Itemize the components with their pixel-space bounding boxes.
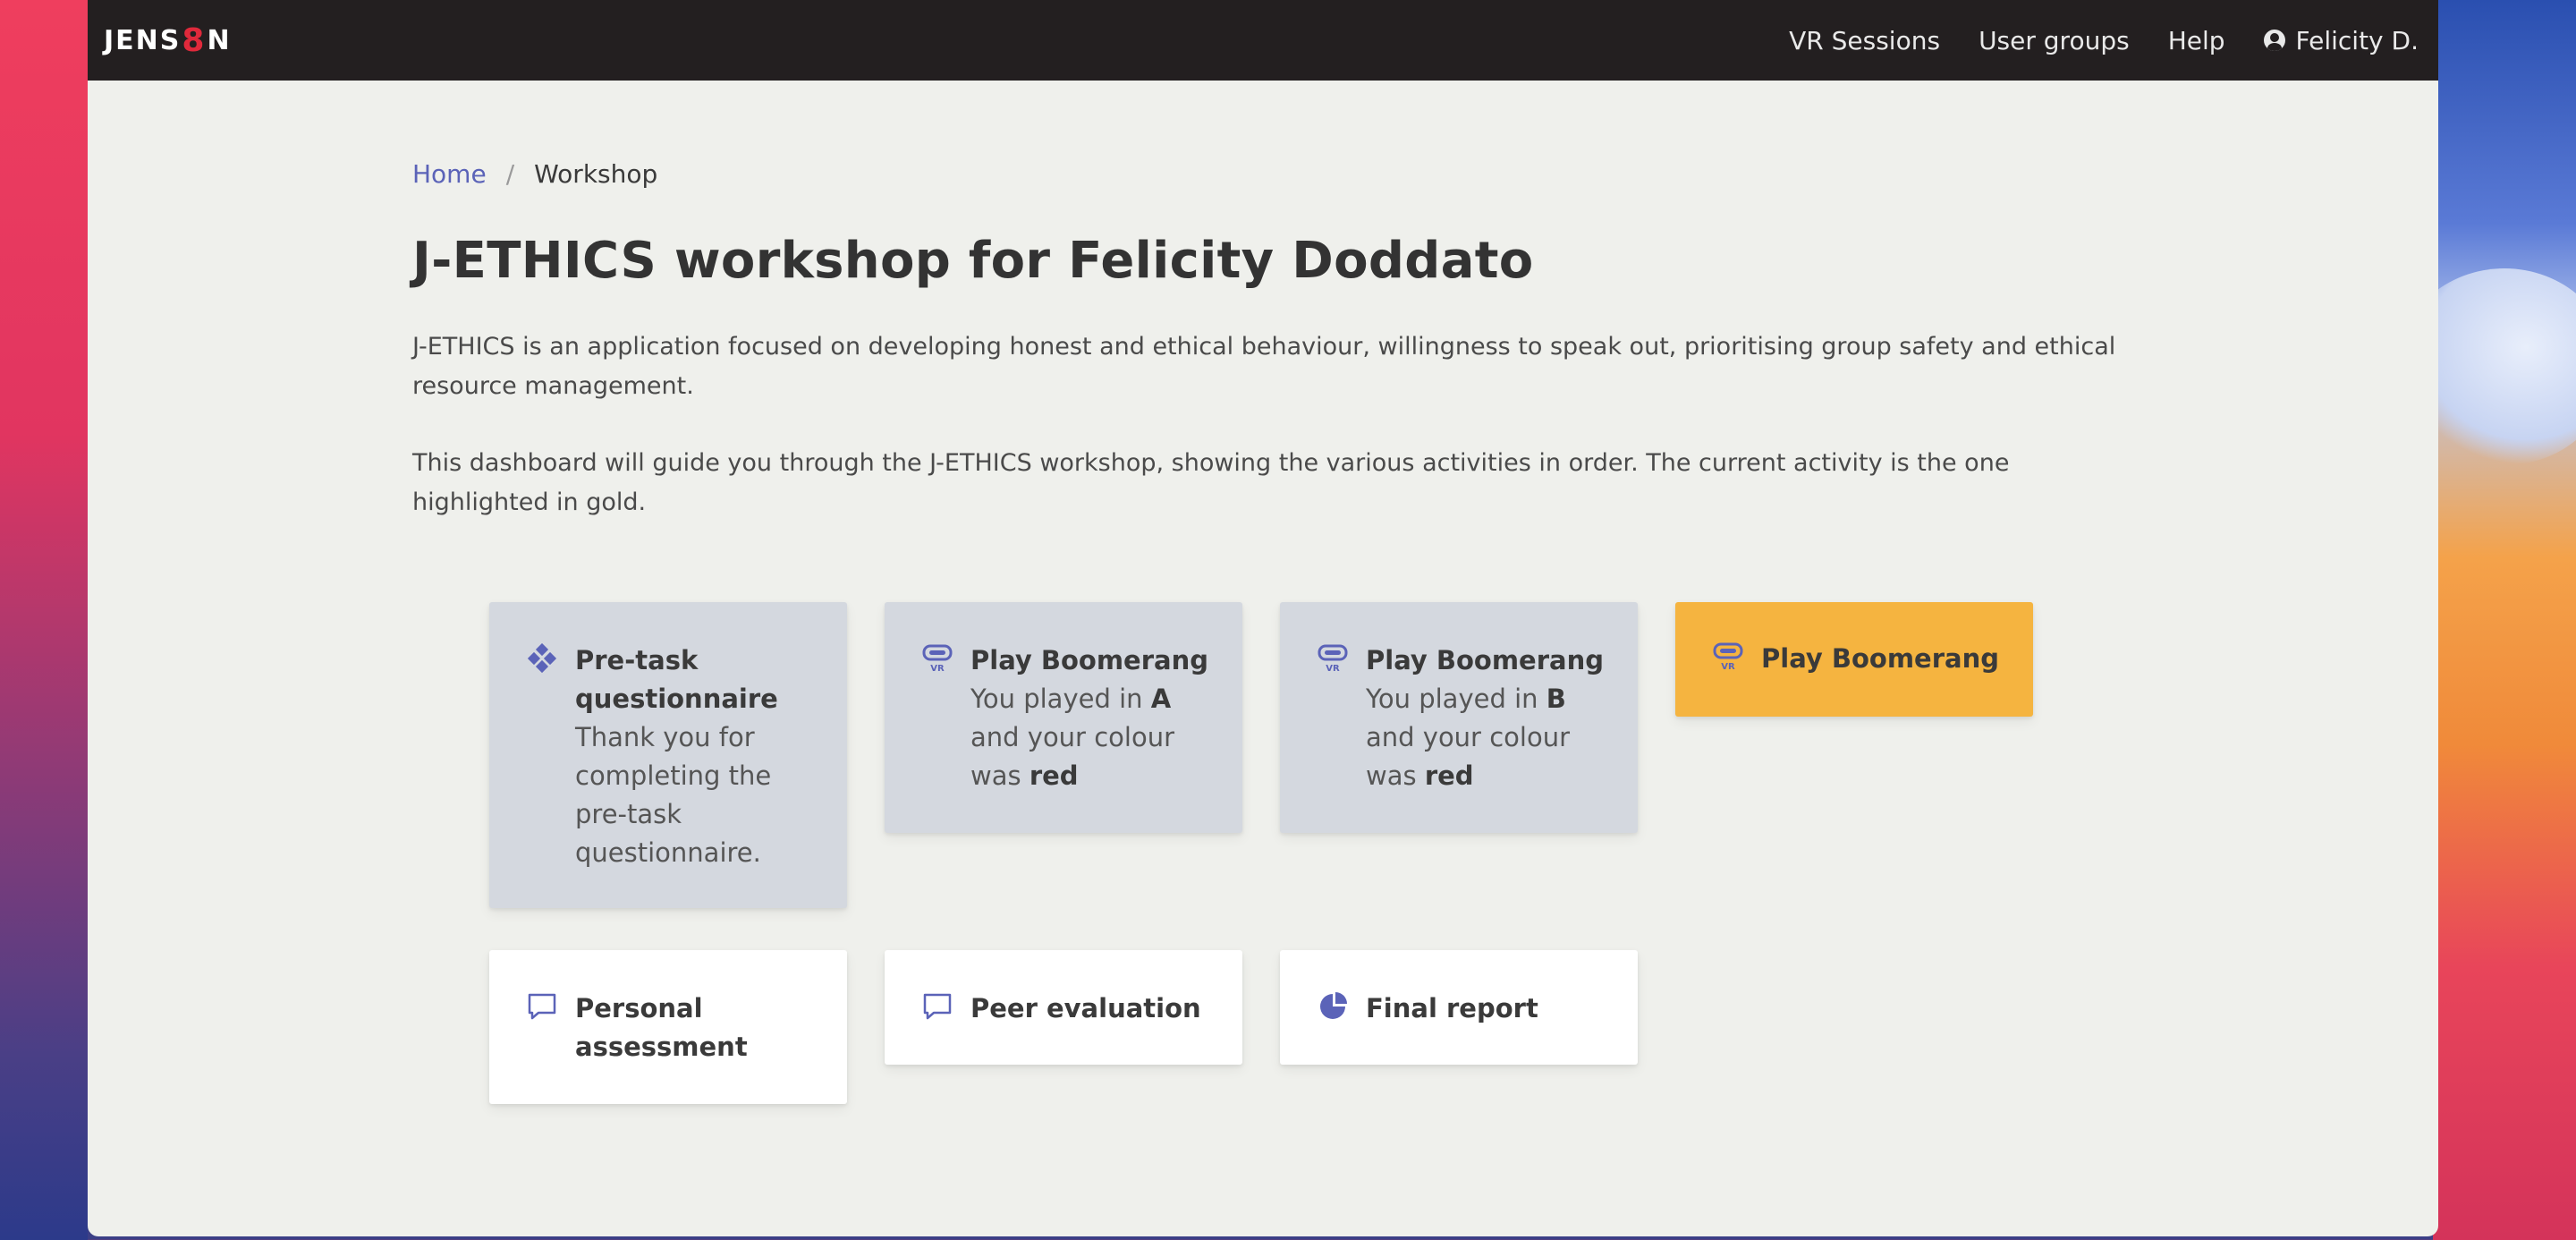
brand-logo[interactable]: JENS 8 N bbox=[104, 22, 232, 59]
desktop-wallpaper-left bbox=[0, 0, 88, 1240]
speech-bubble-icon bbox=[923, 993, 952, 1020]
group-label: B bbox=[1546, 684, 1566, 714]
svg-text:VR: VR bbox=[930, 664, 945, 674]
svg-text:VR: VR bbox=[1721, 662, 1735, 672]
intro-paragraph: J-ETHICS is an application focused on de… bbox=[412, 333, 2116, 400]
activity-card-text: Play Boomerang You played in B and your … bbox=[1366, 641, 1611, 795]
activity-card-text: Play Boomerang You played in A and your … bbox=[970, 641, 1216, 795]
colour-label: red bbox=[1029, 760, 1079, 791]
activity-title: Play Boomerang bbox=[970, 645, 1208, 675]
breadcrumb-home[interactable]: Home bbox=[412, 159, 487, 189]
desc-text: You played in bbox=[1366, 684, 1546, 714]
activity-description: Thank you for completing the pre-task qu… bbox=[575, 722, 772, 868]
nav-links: VR Sessions User groups Help Felicity D. bbox=[1750, 26, 2419, 55]
activity-card-pretask[interactable]: Pre-task questionnaire Thank you for com… bbox=[489, 602, 847, 908]
vr-headset-icon: VR bbox=[1713, 642, 1743, 672]
brand-mark: 8 bbox=[182, 21, 207, 59]
vr-headset-icon: VR bbox=[922, 644, 953, 674]
activity-card-text: Play Boomerang bbox=[1761, 640, 1999, 678]
activity-description: You played in A and your colour was red bbox=[970, 684, 1174, 791]
speech-bubble-icon bbox=[528, 993, 556, 1020]
page-title: J-ETHICS workshop for Felicity Doddato bbox=[412, 232, 1534, 290]
colour-label: red bbox=[1424, 760, 1474, 791]
activity-title: Play Boomerang bbox=[1366, 645, 1604, 675]
top-navbar: JENS 8 N VR Sessions User groups Help Feli… bbox=[88, 0, 2438, 81]
activity-title: Play Boomerang bbox=[1761, 643, 1999, 674]
activity-card-personal-assessment[interactable]: Personal assessment bbox=[489, 950, 847, 1104]
user-name: Felicity D. bbox=[2295, 25, 2419, 55]
user-circle-icon bbox=[2263, 30, 2285, 51]
activity-title: Pre-task questionnaire bbox=[575, 645, 778, 714]
activity-card-text: Pre-task questionnaire Thank you for com… bbox=[575, 641, 820, 872]
svg-text:VR: VR bbox=[1326, 664, 1340, 674]
breadcrumb-current: Workshop bbox=[534, 159, 658, 189]
activity-title: Peer evaluation bbox=[970, 993, 1201, 1023]
activity-card-text: Peer evaluation bbox=[970, 989, 1201, 1028]
activity-title: Personal assessment bbox=[575, 993, 748, 1062]
activity-card-text: Final report bbox=[1366, 989, 1538, 1028]
desktop-wallpaper-right bbox=[2397, 0, 2576, 1240]
activity-title: Final report bbox=[1366, 993, 1538, 1023]
main-content: Home / Workshop J-ETHICS workshop for Fe… bbox=[412, 81, 2192, 522]
nav-vr-sessions[interactable]: VR Sessions bbox=[1789, 26, 1940, 55]
pie-chart-icon bbox=[1320, 992, 1347, 1019]
group-label: A bbox=[1150, 684, 1172, 714]
vr-headset-icon: VR bbox=[1318, 644, 1348, 674]
brand-text-suffix: N bbox=[207, 24, 232, 56]
activity-card-boomerang-current[interactable]: VR Play Boomerang bbox=[1675, 602, 2033, 717]
diamond-grid-icon bbox=[527, 643, 557, 674]
activity-card-boomerang-b[interactable]: VR Play Boomerang You played in B and yo… bbox=[1280, 602, 1638, 833]
nav-user-menu[interactable]: Felicity D. bbox=[2263, 25, 2419, 55]
activity-card-boomerang-a[interactable]: VR Play Boomerang You played in A and yo… bbox=[885, 602, 1242, 833]
instructions-paragraph: This dashboard will guide you through th… bbox=[412, 449, 2010, 516]
nav-help[interactable]: Help bbox=[2168, 26, 2225, 55]
browser-window: JENS 8 N VR Sessions User groups Help Feli… bbox=[88, 0, 2438, 1236]
breadcrumb: Home / Workshop bbox=[412, 159, 2192, 189]
nav-user-groups[interactable]: User groups bbox=[1979, 26, 2130, 55]
activity-card-final-report[interactable]: Final report bbox=[1280, 950, 1638, 1065]
desc-text: You played in bbox=[970, 684, 1151, 714]
activity-card-peer-evaluation[interactable]: Peer evaluation bbox=[885, 950, 1242, 1065]
breadcrumb-separator: / bbox=[505, 159, 515, 189]
activity-description: You played in B and your colour was red bbox=[1366, 684, 1570, 791]
activity-card-text: Personal assessment bbox=[575, 989, 820, 1066]
brand-text-prefix: JENS bbox=[104, 24, 182, 56]
